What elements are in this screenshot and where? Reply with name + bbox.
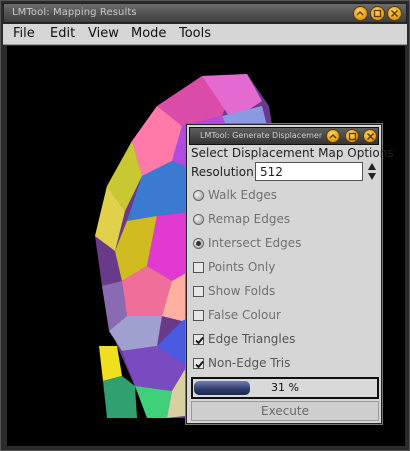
radio-label: Remap Edges [208,212,291,226]
checkbox-icon[interactable] [193,310,204,321]
radio-label: Intersect Edges [208,236,302,250]
dialog-close-icon[interactable] [363,129,377,143]
execute-button[interactable]: Execute [191,401,379,421]
close-icon[interactable] [387,6,402,21]
dialog-maximize-icon[interactable] [345,129,359,143]
checkbox-points-only[interactable]: Points Only [191,259,377,277]
dialog-titlebar[interactable]: LMTool: Generate Displacement m [189,127,379,145]
menu-tools[interactable]: Tools [179,26,211,41]
checkbox-label: Non-Edge Tris [208,356,291,370]
checkbox-edge-triangles[interactable]: Edge Triangles [191,331,377,349]
radio-icon[interactable] [193,214,204,225]
checkbox-non-edge-tris[interactable]: Non-Edge Tris [191,355,377,373]
menu-mode[interactable]: Mode [131,26,166,41]
resolution-label: Resolution: [191,165,258,179]
radio-label: Walk Edges [208,188,277,202]
checkbox-label: Show Folds [208,284,276,298]
radio-remap-edges[interactable]: Remap Edges [191,211,377,229]
checkbox-icon[interactable] [193,286,204,297]
resolution-input[interactable]: 512 [255,162,363,181]
radio-icon[interactable] [193,190,204,201]
checkbox-label: False Colour [208,308,281,322]
menu-file[interactable]: File [13,26,35,41]
displacement-map-dialog: LMTool: Generate Displacement m Select D… [186,124,394,424]
window-title: LMTool: Mapping Results [12,7,137,18]
checkbox-icon[interactable] [193,262,204,273]
checkbox-checked-icon[interactable] [193,358,204,369]
progress-bar: 31 % [191,377,379,399]
radio-walk-edges[interactable]: Walk Edges [191,187,377,205]
dialog-title: LMTool: Generate Displacement m [200,131,322,140]
dialog-minimize-icon[interactable] [326,129,340,143]
spin-down-icon[interactable] [367,172,377,181]
spin-up-icon[interactable] [367,162,377,171]
checkbox-label: Edge Triangles [208,332,296,346]
progress-text: 31 % [271,381,299,394]
menu-edit[interactable]: Edit [50,26,75,41]
radio-intersect-edges[interactable]: Intersect Edges [191,235,377,253]
menu-view[interactable]: View [88,26,119,41]
minimize-icon[interactable] [353,6,368,21]
radio-selected-icon[interactable] [193,238,204,249]
menubar: File Edit View Mode Tools [3,24,407,45]
main-titlebar[interactable]: LMTool: Mapping Results [3,3,407,23]
checkbox-show-folds[interactable]: Show Folds [191,283,377,301]
options-heading: Select Displacement Map Options [191,146,394,160]
checkbox-checked-icon[interactable] [193,334,204,345]
maximize-icon[interactable] [370,6,385,21]
checkbox-label: Points Only [208,260,276,274]
checkbox-false-colour[interactable]: False Colour [191,307,377,325]
